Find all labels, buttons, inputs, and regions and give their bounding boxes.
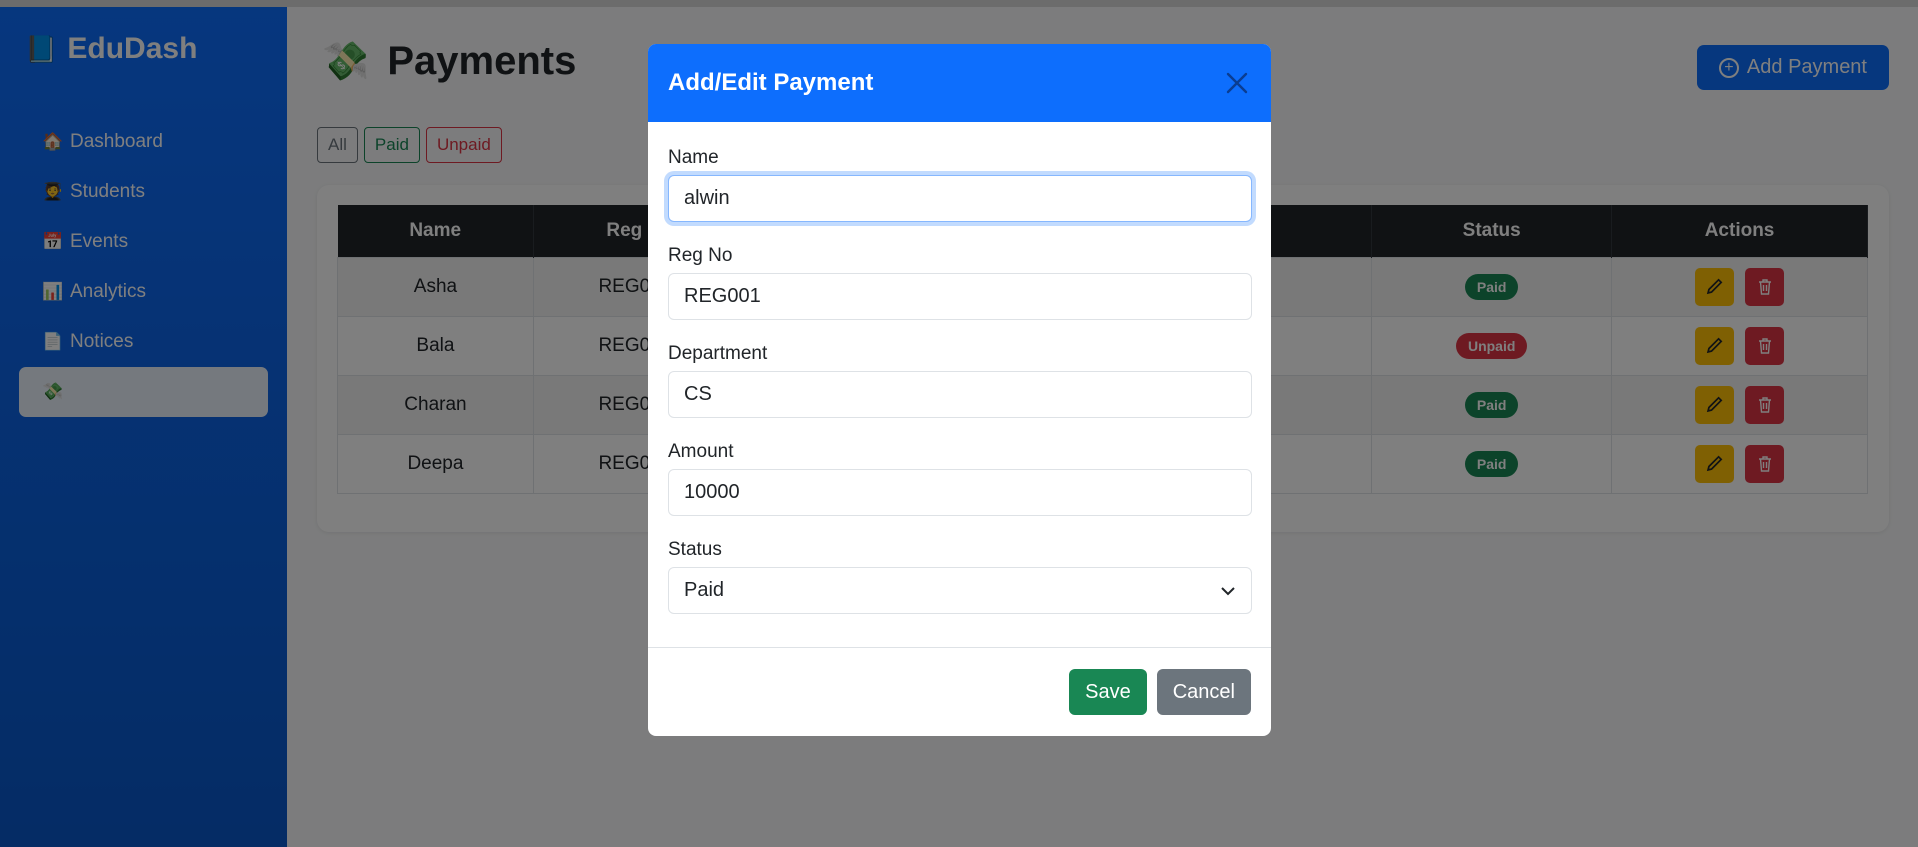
status-select[interactable]: Paid — [668, 567, 1252, 614]
name-input[interactable] — [668, 175, 1252, 222]
modal-footer: Save Cancel — [648, 647, 1271, 736]
department-field-group: Department — [668, 343, 1252, 418]
department-label: Department — [668, 343, 768, 364]
amount-label: Amount — [668, 441, 734, 462]
modal-title: Add/Edit Payment — [668, 69, 874, 96]
close-button[interactable] — [1223, 69, 1251, 97]
chevron-down-icon — [1221, 586, 1235, 595]
amount-field-group: Amount — [668, 441, 1252, 516]
amount-input[interactable] — [668, 469, 1252, 516]
payment-modal: Add/Edit Payment Name Reg No Department … — [648, 44, 1271, 736]
name-label: Name — [668, 147, 719, 168]
modal-body: Name Reg No Department Amount Status Pai… — [648, 122, 1271, 614]
reg-no-field-group: Reg No — [668, 245, 1252, 320]
cancel-button[interactable]: Cancel — [1156, 669, 1251, 715]
name-field-group: Name — [668, 147, 1252, 222]
reg-no-label: Reg No — [668, 245, 733, 266]
status-field-group: Status Paid — [668, 539, 1252, 614]
reg-no-input[interactable] — [668, 273, 1252, 320]
status-select-value: Paid — [684, 579, 725, 601]
save-button[interactable]: Save — [1069, 669, 1147, 715]
close-icon — [1226, 72, 1248, 94]
status-label: Status — [668, 539, 722, 560]
modal-header: Add/Edit Payment — [648, 44, 1271, 122]
department-input[interactable] — [668, 371, 1252, 418]
browser-top-edge — [0, 0, 1918, 7]
